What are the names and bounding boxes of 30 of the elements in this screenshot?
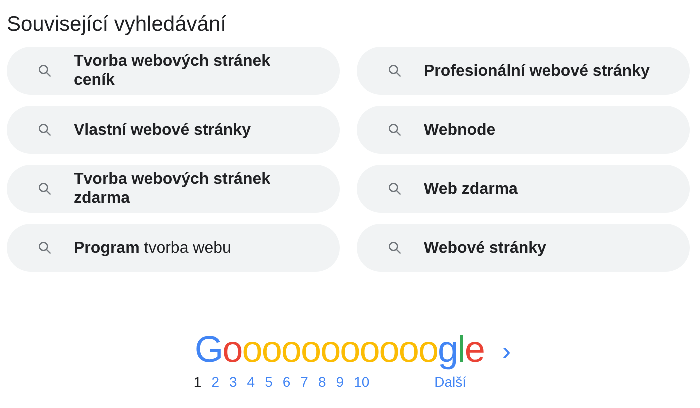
search-icon	[387, 122, 403, 138]
section-heading: Související vyhledávání	[7, 12, 228, 38]
search-icon	[37, 181, 53, 197]
page-link[interactable]: 2	[206, 372, 224, 393]
page-link[interactable]: 7	[296, 372, 314, 393]
pager-logo: Gooooooooooogle	[194, 330, 484, 370]
page-link[interactable]: 8	[313, 372, 332, 393]
page-link[interactable]: 10	[349, 372, 375, 393]
page-link[interactable]: 6	[278, 372, 296, 393]
search-icon	[387, 240, 403, 256]
search-icon	[37, 122, 53, 138]
page-link[interactable]: 4	[242, 372, 260, 393]
page-link[interactable]: 3	[224, 372, 242, 393]
page-link[interactable]: 1	[188, 372, 207, 393]
related-search-chip[interactable]: Webové stránky	[357, 224, 690, 272]
related-search-chip[interactable]: Vlastní webové stránky	[7, 106, 340, 154]
search-icon	[387, 181, 403, 197]
page-link[interactable]: 9	[331, 372, 350, 393]
related-search-chip[interactable]: Program tvorba webu	[7, 224, 340, 272]
search-icon	[387, 63, 403, 79]
search-icon	[37, 63, 53, 79]
page-link[interactable]: 5	[260, 372, 278, 393]
next-link[interactable]: Další	[434, 372, 467, 393]
next-arrow[interactable]: ›	[502, 336, 512, 366]
related-search-chip[interactable]: Tvorba webových stránek ceník	[7, 47, 340, 95]
related-search-chip[interactable]: Webnode	[357, 106, 690, 154]
search-icon	[37, 240, 53, 256]
related-search-chip[interactable]: Tvorba webových stránek zdarma	[7, 165, 340, 213]
related-search-chip[interactable]: Profesionální webové stránky	[357, 47, 690, 95]
related-search-chip[interactable]: Web zdarma	[357, 165, 690, 213]
